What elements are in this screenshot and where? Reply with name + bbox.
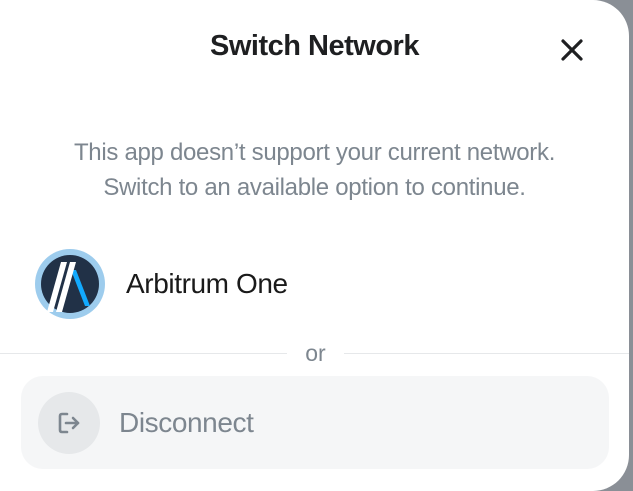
- switch-network-modal: Switch Network This app doesn’t support …: [0, 0, 629, 491]
- close-icon: [561, 39, 583, 61]
- modal-title: Switch Network: [210, 30, 419, 62]
- divider-text: or: [305, 340, 326, 366]
- disconnect-button[interactable]: Disconnect: [21, 376, 609, 469]
- or-divider: or: [0, 340, 629, 368]
- arbitrum-logo-icon: [35, 249, 105, 319]
- disconnect-label: Disconnect: [119, 406, 254, 438]
- network-option-arbitrum-one[interactable]: Arbitrum One: [34, 248, 594, 320]
- subtitle-line-1: This app doesn’t support your current ne…: [73, 139, 556, 166]
- disconnect-icon-circle: [38, 391, 100, 454]
- subtitle-line-2: Switch to an available option to continu…: [103, 174, 526, 201]
- network-name: Arbitrum One: [126, 268, 288, 299]
- modal-subtitle: This app doesn’t support your current ne…: [0, 135, 629, 205]
- close-button[interactable]: [556, 34, 588, 66]
- logout-icon: [58, 412, 80, 433]
- divider-line-right: [344, 353, 629, 354]
- divider-line-left: [0, 353, 287, 354]
